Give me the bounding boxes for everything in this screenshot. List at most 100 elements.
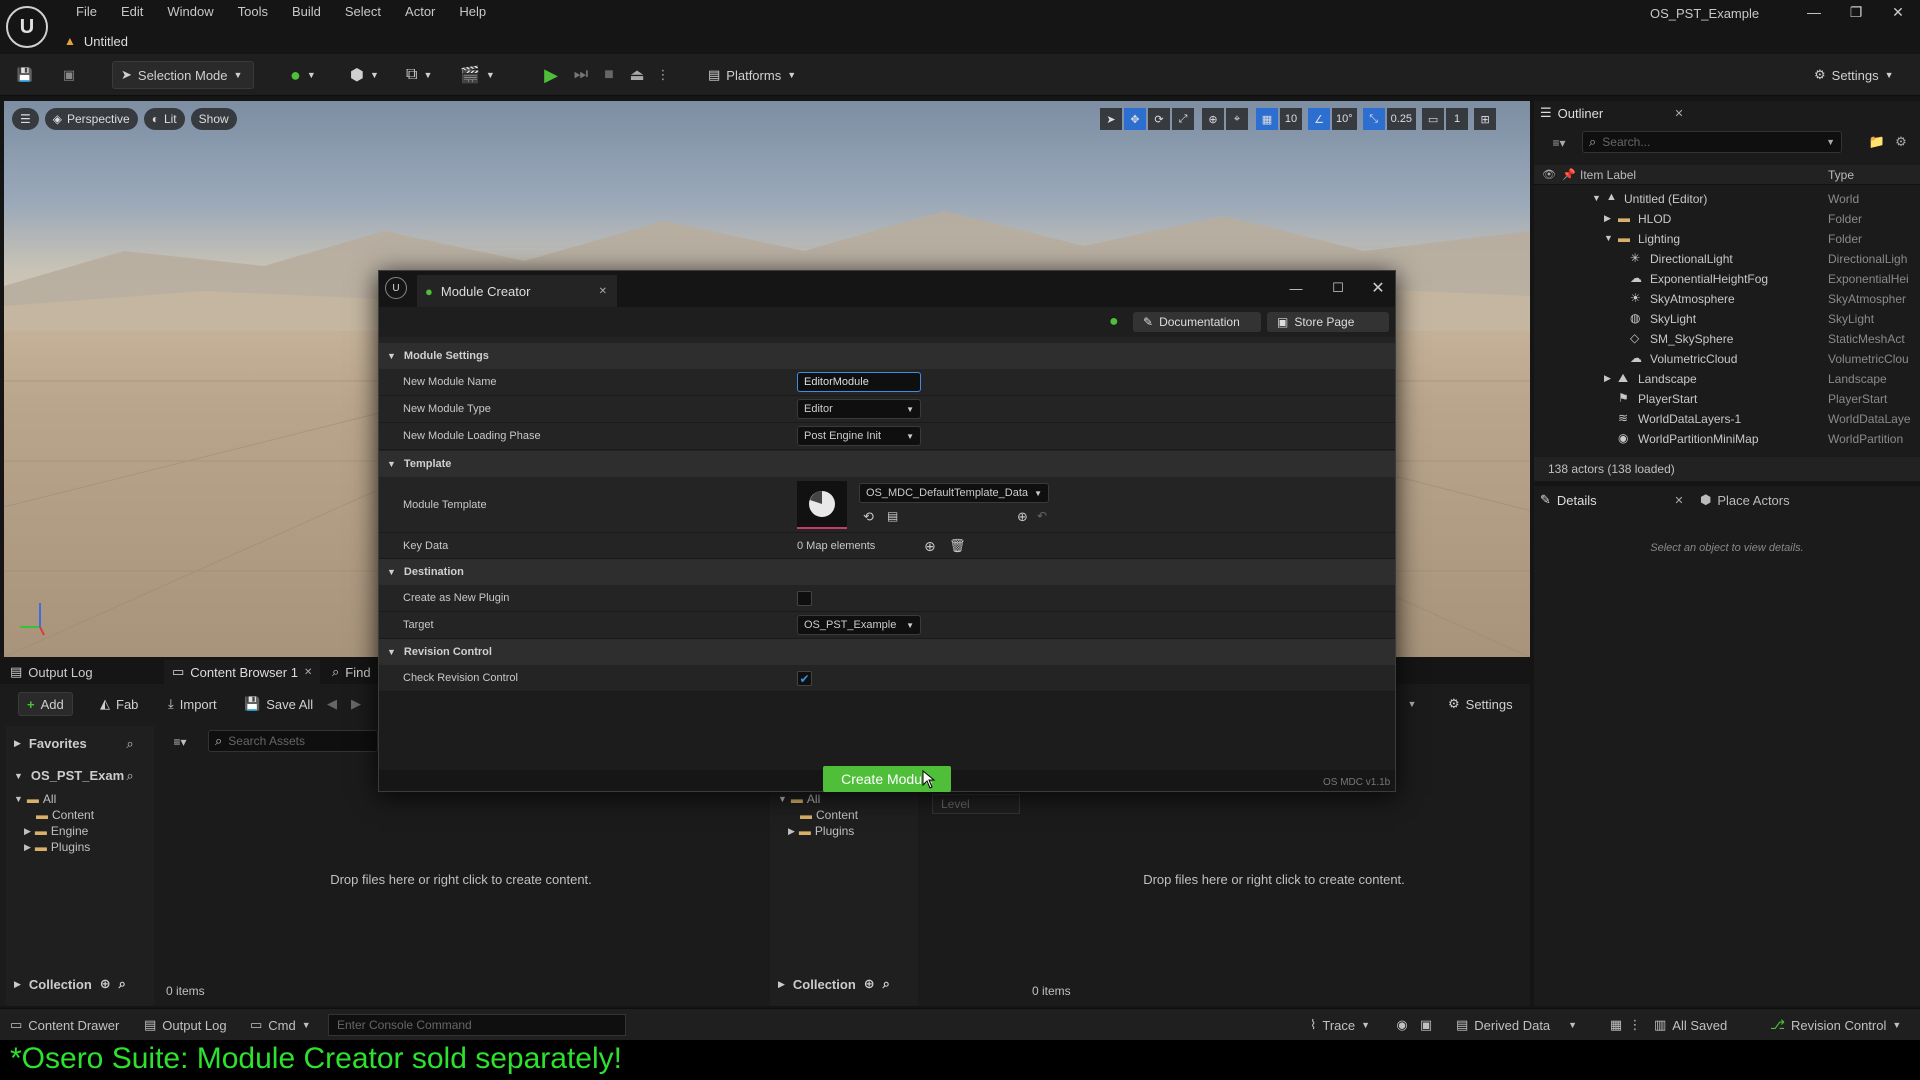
add-folder-icon[interactable]: 📁 xyxy=(1868,133,1886,151)
rotate-tool-icon[interactable]: ⟳ xyxy=(1148,108,1170,130)
platforms-button[interactable]: ▤ Platforms ▼ xyxy=(700,61,804,89)
scale-snap-icon[interactable]: ⤡ xyxy=(1362,108,1385,130)
source-control-icon[interactable]: ▦ xyxy=(1608,1017,1624,1033)
menu-file[interactable]: File xyxy=(64,0,109,24)
save-icon[interactable]: 💾 xyxy=(14,64,36,86)
surface-snap-icon[interactable]: ⌖ xyxy=(1226,108,1248,130)
add-button[interactable]: + Add xyxy=(18,692,73,716)
camera-speed-icon[interactable]: ▭ xyxy=(1422,108,1445,130)
chevron-down-icon[interactable]: ▼ xyxy=(1404,696,1420,712)
module-template-dropdown[interactable]: OS_MDC_DefaultTemplate_Data ▼ xyxy=(859,483,1049,503)
project-header[interactable]: ▼ OS_PST_Exam xyxy=(14,768,124,783)
forward-icon[interactable]: ▶ xyxy=(348,696,364,712)
scale-snap-value[interactable]: 0.25 xyxy=(1386,108,1417,130)
module-name-input[interactable]: EditorModule xyxy=(797,372,921,392)
search-icon[interactable]: ⌕ xyxy=(119,976,126,992)
eye-icon[interactable]: 👁 xyxy=(1542,168,1556,181)
grid-snap-icon[interactable]: ▦ xyxy=(1256,108,1278,130)
menu-help[interactable]: Help xyxy=(447,0,498,24)
details-tab[interactable]: ✎ Details xyxy=(1540,488,1680,512)
viewport-menu-button[interactable]: ☰ xyxy=(12,108,39,130)
close-icon[interactable]: ✕ xyxy=(304,667,312,678)
add-element-icon[interactable]: ⊕ xyxy=(924,538,936,555)
create-plugin-checkbox[interactable] xyxy=(797,591,812,606)
search-icon[interactable]: ⌕ xyxy=(122,768,138,784)
add-icon[interactable]: ⊕ xyxy=(1017,509,1028,525)
tree-item-engine[interactable]: ▶ ▬ Engine xyxy=(24,824,88,838)
menu-edit[interactable]: Edit xyxy=(109,0,155,24)
outliner-tab[interactable]: ☰ Outliner xyxy=(1540,101,1660,125)
play-icon[interactable]: ▶ xyxy=(540,64,562,86)
col-item-label[interactable]: Item Label xyxy=(1580,168,1636,182)
stop-icon[interactable]: ■ xyxy=(598,64,620,86)
rotation-snap-icon[interactable]: ∠ xyxy=(1308,108,1330,130)
place-actors-tab[interactable]: ⬢ Place Actors xyxy=(1700,488,1840,512)
console-input[interactable]: Enter Console Command xyxy=(328,1014,626,1036)
minimize-icon[interactable]: — xyxy=(1794,0,1834,24)
more-options-icon[interactable]: ⋮ xyxy=(1629,1017,1642,1033)
screenshot-icon[interactable]: ▣ xyxy=(1418,1017,1434,1033)
all-saved-button[interactable]: ▥ All Saved xyxy=(1654,1017,1727,1033)
close-icon[interactable]: ✕ xyxy=(599,286,607,297)
loading-phase-dropdown[interactable]: Post Engine Init ▼ xyxy=(797,426,921,446)
tree-item-all[interactable]: ▼ ▬ All xyxy=(14,792,56,806)
menu-build[interactable]: Build xyxy=(280,0,333,24)
gear-icon[interactable]: ⚙ xyxy=(1892,133,1910,151)
outliner-row[interactable]: ◇ SM_SkySphere StaticMeshAct xyxy=(1534,329,1920,349)
content-browser-tab[interactable]: ▭ Content Browser 1 ✕ xyxy=(164,660,321,684)
grid-snap-value[interactable]: 10 xyxy=(1280,108,1302,130)
rotation-snap-value[interactable]: 10° xyxy=(1332,108,1357,130)
tree-item-content[interactable]: ▬ Content xyxy=(36,808,94,822)
search-icon[interactable]: ⌕ xyxy=(122,736,138,752)
menu-select[interactable]: Select xyxy=(333,0,393,24)
content-drawer-button[interactable]: ▭ Content Drawer xyxy=(10,1017,119,1033)
step-icon[interactable]: ⏭ xyxy=(570,64,592,86)
outliner-row[interactable]: ▼ ▬ Lighting Folder xyxy=(1534,229,1920,249)
expand-icon[interactable]: ▼ xyxy=(1592,193,1601,203)
section-template[interactable]: ▼ Template xyxy=(379,451,1395,477)
outliner-row[interactable]: ◉ WorldPartitionMiniMap WorldPartition xyxy=(1534,429,1920,449)
record-icon[interactable]: ◉ xyxy=(1394,1017,1410,1033)
layout-icon[interactable]: ⊞ xyxy=(1474,108,1497,130)
outliner-row[interactable]: ☁ VolumetricCloud VolumetricClou xyxy=(1534,349,1920,369)
add-actor-button[interactable]: ⬢ ▼ xyxy=(342,61,387,89)
close-icon[interactable]: ✕ xyxy=(1670,103,1688,123)
show-button[interactable]: Show xyxy=(190,108,237,130)
section-revision-control[interactable]: ▼ Revision Control xyxy=(379,639,1395,665)
outliner-row[interactable]: ✳ DirectionalLight DirectionalLigh xyxy=(1534,249,1920,269)
outliner-row[interactable]: ▶ ▬ HLOD Folder xyxy=(1534,209,1920,229)
menu-tools[interactable]: Tools xyxy=(226,0,280,24)
search-icon[interactable]: ⌕ xyxy=(883,976,890,992)
outliner-row[interactable]: ▼ ▲ Untitled (Editor) World xyxy=(1534,189,1920,209)
blueprint-button[interactable]: ⧉ ▼ xyxy=(398,61,440,89)
cinematics-button[interactable]: 🎬 ▼ xyxy=(452,61,503,89)
status-output-log-button[interactable]: ▤ Output Log xyxy=(144,1017,227,1033)
revision-control-button[interactable]: ⎇ Revision Control ▼ xyxy=(1770,1017,1901,1033)
tree-item-content[interactable]: ▬ Content xyxy=(800,808,858,822)
add-icon[interactable]: ⊕ xyxy=(864,976,875,992)
section-destination[interactable]: ▼ Destination xyxy=(379,559,1395,585)
collection-header[interactable]: ▶ Collection ⊕ ⌕ xyxy=(778,976,890,992)
expand-icon[interactable]: ▶ xyxy=(1604,373,1611,384)
translate-tool-icon[interactable]: ✥ xyxy=(1124,108,1146,130)
lit-button[interactable]: ◐ Lit xyxy=(143,108,185,130)
module-creator-tab[interactable]: ● Module Creator ✕ xyxy=(417,275,617,307)
minimize-icon[interactable]: — xyxy=(1281,277,1311,299)
unreal-logo-icon[interactable]: U xyxy=(6,6,48,48)
check-revision-checkbox[interactable]: ✔ xyxy=(797,671,812,686)
world-space-icon[interactable]: ⊕ xyxy=(1202,108,1224,130)
tree-item-plugins[interactable]: ▶ ▬ Plugins xyxy=(24,840,90,854)
outliner-row[interactable]: ☀ SkyAtmosphere SkyAtmospher xyxy=(1534,289,1920,309)
more-options-icon[interactable]: ⋮ xyxy=(656,64,670,86)
filter-icon[interactable]: ≡▾ xyxy=(1544,133,1574,153)
camera-speed-value[interactable]: 1 xyxy=(1446,108,1469,130)
pin-icon[interactable]: 📌 xyxy=(1562,168,1576,181)
outliner-row[interactable]: ☁ ExponentialHeightFog ExponentialHei xyxy=(1534,269,1920,289)
favorites-header[interactable]: ▶ Favorites xyxy=(14,736,87,751)
expand-icon[interactable]: ▶ xyxy=(1604,213,1611,224)
reset-icon[interactable]: ↶ xyxy=(1037,509,1047,523)
outliner-row[interactable]: ◍ SkyLight SkyLight xyxy=(1534,309,1920,329)
section-module-settings[interactable]: ▼ Module Settings xyxy=(379,343,1395,369)
level-tab[interactable]: ▲ Untitled xyxy=(64,30,128,52)
outliner-search-input[interactable]: ⌕ Search... ▼ xyxy=(1582,131,1842,153)
